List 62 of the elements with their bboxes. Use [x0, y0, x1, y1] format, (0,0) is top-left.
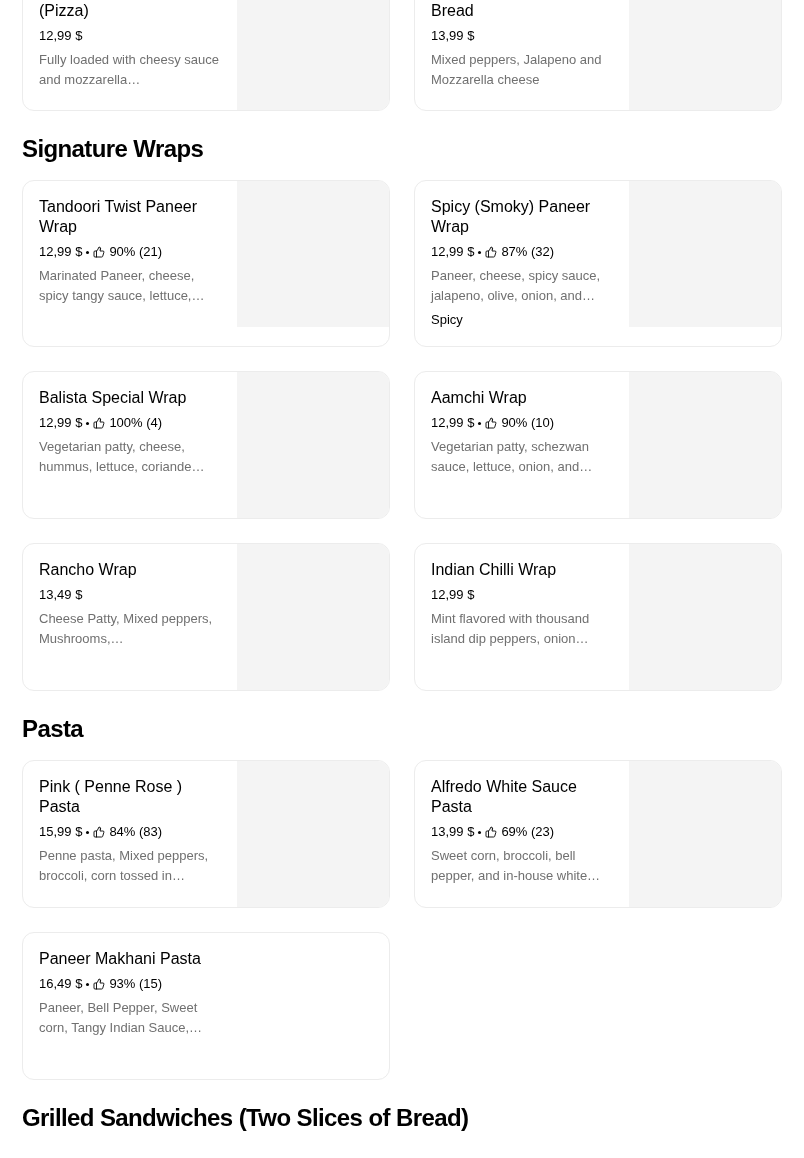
- item-description: Penne pasta, Mixed peppers, broccoli, corn tossed in…: [39, 847, 210, 885]
- item-description: Sweet corn, broccoli, bell pepper, and in-house white…: [431, 847, 602, 885]
- item-name: (Pizza): [39, 1, 90, 21]
- item-price: 15,99 $: [39, 823, 83, 841]
- menu-item-card[interactable]: Indian Chilli Wrap 12,99 $ Mint flavored with thousand island dip peppers, onion…: [414, 543, 782, 691]
- thumbs-up-icon: [93, 826, 106, 838]
- item-description: Vegetarian patty, schezwan sauce, lettuce, onion, and…: [431, 438, 594, 476]
- item-price: 16,49 $: [39, 975, 83, 993]
- menu-item-card[interactable]: Tandoori Twist Paneer Wrap 12,99 $ 90% (21) Marinated Paneer, cheese, spicy tangy sauce, lettuce,…: [22, 180, 390, 347]
- item-price: 13,49 $: [39, 586, 83, 604]
- item-rating: 69% (23): [501, 823, 555, 841]
- item-price: 12,99 $: [431, 414, 475, 432]
- item-name: Indian Chilli Wrap: [431, 560, 558, 580]
- item-price: 12,99 $: [431, 243, 475, 261]
- menu-item-card[interactable]: Aamchi Wrap 12,99 $ 90% (10) Vegetarian patty, schezwan sauce, lettuce, onion, and…: [414, 371, 782, 519]
- item-description: Vegetarian patty, cheese, hummus, lettuce, coriande…: [39, 438, 206, 476]
- menu-item-card[interactable]: Rancho Wrap 13,49 $ Cheese Patty, Mixed peppers, Mushrooms,…: [22, 543, 390, 691]
- menu-item-card[interactable]: Alfredo White Sauce Pasta 13,99 $ 69% (23) Sweet corn, broccoli, bell pepper, and in-house white…: [414, 760, 782, 908]
- item-name: Tandoori Twist Paneer Wrap: [39, 197, 198, 237]
- item-price: 12,99 $: [431, 586, 475, 604]
- item-description: Marinated Paneer, cheese, spicy tangy sauce, lettuce,…: [39, 267, 206, 305]
- thumbs-up-icon: [93, 246, 106, 258]
- item-name: Bread: [431, 1, 475, 21]
- thumbs-up-icon: [93, 417, 106, 429]
- item-rating: 100% (4): [109, 414, 163, 432]
- item-rating: 90% (21): [109, 243, 163, 261]
- item-name: Balista Special Wrap: [39, 388, 188, 408]
- menu-item-card[interactable]: (Pizza) 12,99 $ Fully loaded with cheesy sauce and mozzarella…: [22, 0, 390, 111]
- item-rating: 84% (83): [109, 823, 163, 841]
- item-description: Cheese Patty, Mixed peppers, Mushrooms,…: [39, 610, 214, 648]
- item-rating: 87% (32): [501, 243, 555, 261]
- item-description: Fully loaded with cheesy sauce and mozzarella…: [39, 51, 220, 89]
- item-rating: 93% (15): [109, 975, 163, 993]
- item-description: Mixed peppers, Jalapeno and Mozzarella cheese: [431, 51, 603, 89]
- thumbs-up-icon: [485, 417, 498, 429]
- item-rating: 90% (10): [501, 414, 555, 432]
- thumbs-up-icon: [485, 826, 498, 838]
- menu-item-card[interactable]: Paneer Makhani Pasta 16,49 $ 93% (15) Paneer, Bell Pepper, Sweet corn, Tangy Indian Sauce,…: [22, 932, 390, 1080]
- section-heading: Pasta: [22, 715, 85, 743]
- item-description: Mint flavored with thousand island dip peppers, onion…: [431, 610, 591, 648]
- thumbs-up-icon: [93, 978, 106, 990]
- item-price: 12,99 $: [39, 27, 83, 45]
- item-name: Pink ( Penne Rose ) Pasta: [39, 777, 184, 817]
- menu-item-card[interactable]: Pink ( Penne Rose ) Pasta 15,99 $ 84% (83) Penne pasta, Mixed peppers, broccoli, corn tossed in…: [22, 760, 390, 908]
- item-price: 13,99 $: [431, 823, 475, 841]
- item-price: 13,99 $: [431, 27, 475, 45]
- menu-item-card[interactable]: Balista Special Wrap 12,99 $ 100% (4) Vegetarian patty, cheese, hummus, lettuce, coriande…: [22, 371, 390, 519]
- item-tag: Spicy: [431, 310, 613, 330]
- menu-item-card[interactable]: Bread 13,99 $ Mixed peppers, Jalapeno and Mozzarella cheese: [414, 0, 782, 111]
- item-price: 12,99 $: [39, 243, 83, 261]
- item-price: 12,99 $: [39, 414, 83, 432]
- item-name: Paneer Makhani Pasta: [39, 949, 202, 969]
- item-name: Rancho Wrap: [39, 560, 138, 580]
- item-name: Alfredo White Sauce Pasta: [431, 777, 578, 817]
- section-heading: Grilled Sandwiches (Two Slices of Bread): [22, 1104, 470, 1132]
- thumbs-up-icon: [485, 246, 498, 258]
- item-description: Paneer, cheese, spicy sauce, jalapeno, olive, onion, and…: [431, 267, 602, 305]
- section-heading: Signature Wraps: [22, 135, 205, 163]
- item-name: Aamchi Wrap: [431, 388, 528, 408]
- menu-item-card[interactable]: Spicy (Smoky) Paneer Wrap 12,99 $ 87% (32) Paneer, cheese, spicy sauce, jalapeno, olive, onion, and… Spicy: [414, 180, 782, 347]
- item-description: Paneer, Bell Pepper, Sweet corn, Tangy Indian Sauce,…: [39, 999, 204, 1037]
- item-name: Spicy (Smoky) Paneer Wrap: [431, 197, 592, 237]
